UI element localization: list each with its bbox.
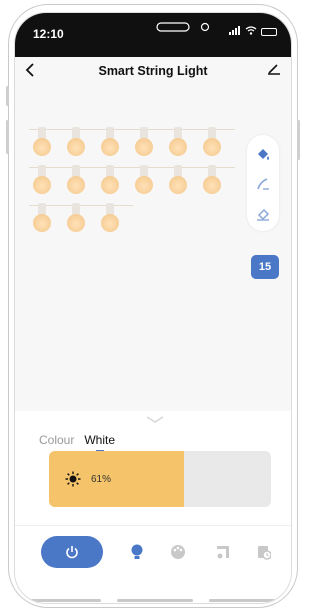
- bulb[interactable]: [31, 203, 53, 237]
- tab-colour[interactable]: Colour: [39, 433, 74, 447]
- bulb[interactable]: [99, 127, 121, 161]
- paint-bucket-icon[interactable]: [247, 139, 279, 169]
- signal-icon: [229, 26, 241, 38]
- mode-tabs: Colour White: [39, 433, 116, 452]
- bulb[interactable]: [167, 165, 189, 199]
- status-icons: [229, 26, 277, 38]
- side-button: [6, 120, 9, 154]
- bulb[interactable]: [65, 203, 87, 237]
- status-time: 12:10: [33, 27, 64, 41]
- bulb[interactable]: [201, 165, 223, 199]
- tool-palette: [247, 135, 279, 231]
- bulb[interactable]: [31, 165, 53, 199]
- brightness-value: 61%: [91, 474, 112, 485]
- bulb[interactable]: [31, 127, 53, 161]
- bulb[interactable]: [133, 165, 155, 199]
- power-icon: [66, 546, 78, 559]
- eraser-icon[interactable]: [247, 199, 279, 229]
- page-title: Smart String Light: [98, 64, 208, 78]
- bulb[interactable]: [133, 127, 155, 161]
- side-button: [297, 120, 300, 160]
- bulb-row: [29, 165, 259, 203]
- status-bar: 12:10: [15, 13, 291, 57]
- schedule-icon[interactable]: [255, 543, 273, 561]
- brush-icon[interactable]: [247, 169, 279, 199]
- home-indicator: [25, 599, 283, 602]
- tab-white-label: White: [84, 433, 116, 447]
- count-badge[interactable]: 15: [251, 255, 279, 279]
- bulb-icon[interactable]: [128, 543, 146, 561]
- header: Smart String Light: [15, 57, 291, 87]
- tab-white[interactable]: White: [84, 433, 116, 452]
- battery-icon: [261, 28, 277, 36]
- wifi-icon: [245, 26, 257, 38]
- notch: [156, 22, 210, 32]
- screen: 12:10 Smart String Light 15 Colour White…: [14, 12, 292, 604]
- bulb[interactable]: [201, 127, 223, 161]
- bulb[interactable]: [65, 127, 87, 161]
- bottom-nav: [15, 525, 291, 582]
- bulb-row: [29, 203, 259, 241]
- bulb[interactable]: [99, 203, 121, 237]
- palette-icon[interactable]: [169, 543, 187, 561]
- bulb[interactable]: [99, 165, 121, 199]
- brightness-slider[interactable]: 61%: [49, 451, 271, 507]
- sun-icon: [65, 471, 81, 487]
- bulb[interactable]: [65, 165, 87, 199]
- chevron-down-icon[interactable]: [145, 416, 165, 424]
- control-panel: Colour White 61%: [15, 411, 291, 603]
- power-button[interactable]: [41, 536, 103, 568]
- pencil-icon[interactable]: [267, 61, 281, 78]
- music-icon[interactable]: [214, 543, 232, 561]
- bulb-row: [29, 127, 259, 165]
- bulb-string: [29, 127, 259, 241]
- bulb[interactable]: [167, 127, 189, 161]
- side-button: [6, 86, 9, 106]
